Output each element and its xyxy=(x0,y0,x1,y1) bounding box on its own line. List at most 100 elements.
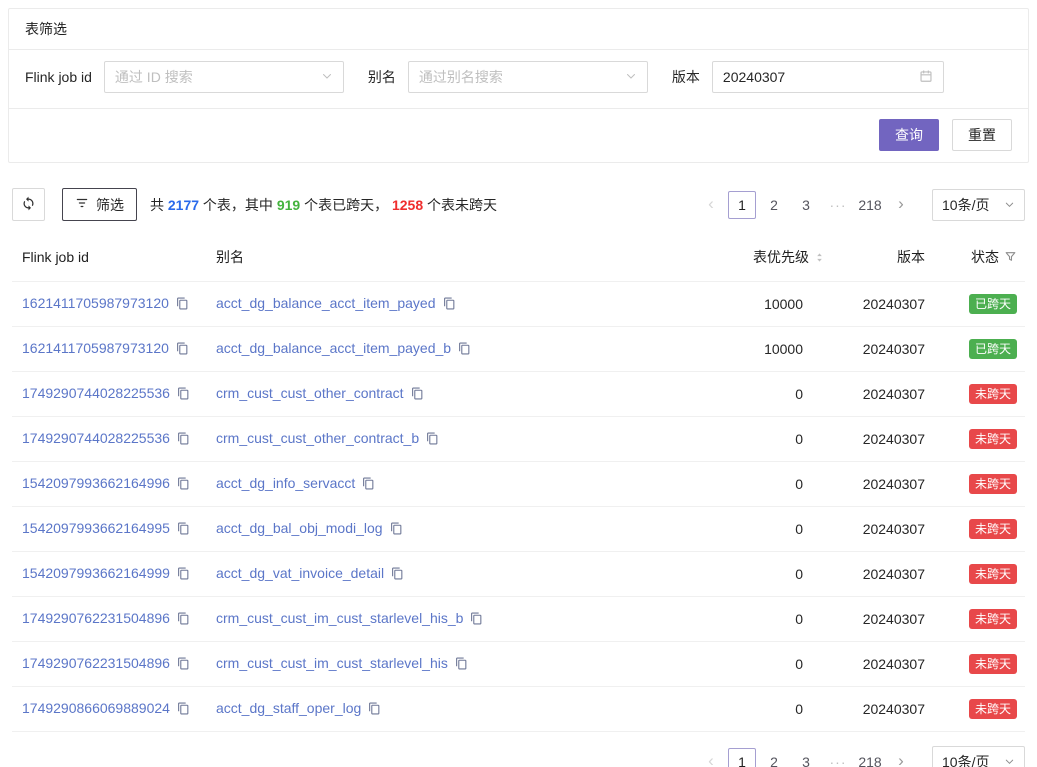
page-button-2[interactable]: 2 xyxy=(760,748,788,767)
summary-crossed-count: 919 xyxy=(277,197,300,213)
sort-icon[interactable] xyxy=(814,250,825,266)
status-badge: 未跨天 xyxy=(969,519,1017,539)
page-button-3[interactable]: 3 xyxy=(792,191,820,219)
alias-placeholder: 通过别名搜索 xyxy=(419,67,503,87)
alias-select[interactable]: 通过别名搜索 xyxy=(408,61,648,93)
page-size-value: 10条/页 xyxy=(942,195,989,215)
flink-job-id-link[interactable]: 1749290762231504896 xyxy=(22,655,170,671)
page-button-218[interactable]: 218 xyxy=(856,748,884,767)
table-row: 1621411705987973120 acct_dg_balance_acct_… xyxy=(12,327,1025,372)
copy-icon[interactable] xyxy=(390,522,403,538)
page-button-218[interactable]: 218 xyxy=(856,191,884,219)
status-badge: 未跨天 xyxy=(969,384,1017,404)
priority-cell: 0 xyxy=(713,372,833,417)
status-badge: 已跨天 xyxy=(969,339,1017,359)
alias-link[interactable]: crm_cust_cust_other_contract xyxy=(216,385,404,401)
version-cell: 20240307 xyxy=(833,597,933,642)
flink-job-id-link[interactable]: 1749290762231504896 xyxy=(22,610,170,626)
status-badge: 未跨天 xyxy=(969,564,1017,584)
priority-cell: 0 xyxy=(713,552,833,597)
table-toolbar: 筛选 共 2177 个表，其中 919 个表已跨天， 1258 个表未跨天 ‹1… xyxy=(12,188,1025,221)
table-header-row: Flink job id 别名 表优先级 版本 状态 xyxy=(12,239,1025,282)
flink-job-id-link[interactable]: 1542097993662164996 xyxy=(22,475,170,491)
filter-card: 表筛选 Flink job id 通过 ID 搜索 别名 通过别名搜索 版本 xyxy=(8,8,1029,163)
copy-icon[interactable] xyxy=(176,297,189,313)
col-priority: 表优先级 xyxy=(713,239,833,282)
page-button-2[interactable]: 2 xyxy=(760,191,788,219)
priority-cell: 0 xyxy=(713,597,833,642)
refresh-icon xyxy=(21,196,36,214)
alias-link[interactable]: acct_dg_bal_obj_modi_log xyxy=(216,520,383,536)
table-row: 1621411705987973120 acct_dg_balance_acct_… xyxy=(12,282,1025,327)
copy-icon[interactable] xyxy=(368,702,381,718)
version-cell: 20240307 xyxy=(833,462,933,507)
reset-button[interactable]: 重置 xyxy=(952,119,1012,151)
copy-icon[interactable] xyxy=(176,342,189,358)
version-cell: 20240307 xyxy=(833,327,933,372)
copy-icon[interactable] xyxy=(362,477,375,493)
flink-job-id-placeholder: 通过 ID 搜索 xyxy=(115,67,193,87)
version-cell: 20240307 xyxy=(833,372,933,417)
query-button[interactable]: 查询 xyxy=(879,119,939,151)
alias-link[interactable]: acct_dg_staff_oper_log xyxy=(216,700,361,716)
page-button-1[interactable]: 1 xyxy=(728,191,756,219)
alias-link[interactable]: acct_dg_vat_invoice_detail xyxy=(216,565,384,581)
alias-link[interactable]: crm_cust_cust_im_cust_starlevel_his_b xyxy=(216,610,463,626)
copy-icon[interactable] xyxy=(443,297,456,313)
copy-icon[interactable] xyxy=(458,342,471,358)
filter-toggle-button[interactable]: 筛选 xyxy=(62,188,137,221)
alias-link[interactable]: acct_dg_info_servacct xyxy=(216,475,355,491)
copy-icon[interactable] xyxy=(411,387,424,403)
col-status: 状态 xyxy=(933,239,1025,282)
copy-icon[interactable] xyxy=(391,567,404,583)
version-cell: 20240307 xyxy=(833,417,933,462)
flink-job-id-link[interactable]: 1749290744028225536 xyxy=(22,385,170,401)
column-filter-funnel-icon[interactable] xyxy=(1004,250,1017,266)
flink-job-id-link[interactable]: 1542097993662164995 xyxy=(22,520,170,536)
col-status-label: 状态 xyxy=(971,249,999,265)
summary-part: 个表未跨天 xyxy=(423,197,497,213)
version-date-input[interactable]: 20240307 xyxy=(712,61,944,93)
version-cell: 20240307 xyxy=(833,282,933,327)
copy-icon[interactable] xyxy=(455,657,468,673)
copy-icon[interactable] xyxy=(177,567,190,583)
page-button-1[interactable]: 1 xyxy=(728,748,756,767)
copy-icon[interactable] xyxy=(426,432,439,448)
next-page-button[interactable]: › xyxy=(888,191,914,219)
priority-cell: 0 xyxy=(713,507,833,552)
priority-cell: 10000 xyxy=(713,282,833,327)
copy-icon[interactable] xyxy=(177,702,190,718)
refresh-button[interactable] xyxy=(12,188,45,221)
alias-link[interactable]: crm_cust_cust_im_cust_starlevel_his xyxy=(216,655,448,671)
alias-link[interactable]: acct_dg_balance_acct_item_payed xyxy=(216,295,436,311)
copy-icon[interactable] xyxy=(177,387,190,403)
alias-link[interactable]: crm_cust_cust_other_contract_b xyxy=(216,430,419,446)
copy-icon[interactable] xyxy=(177,477,190,493)
prev-page-button[interactable]: ‹ xyxy=(698,191,724,219)
flink-job-id-link[interactable]: 1621411705987973120 xyxy=(22,295,169,311)
table-row: 1749290762231504896 crm_cust_cust_im_cust… xyxy=(12,642,1025,687)
page-size-select[interactable]: 10条/页 xyxy=(932,189,1025,221)
filter-card-title: 表筛选 xyxy=(25,21,67,37)
copy-icon[interactable] xyxy=(177,657,190,673)
summary-uncrossed-count: 1258 xyxy=(392,197,423,213)
prev-page-button[interactable]: ‹ xyxy=(698,748,724,767)
flink-job-id-link[interactable]: 1749290866069889024 xyxy=(22,700,170,716)
copy-icon[interactable] xyxy=(177,522,190,538)
flink-job-id-link[interactable]: 1542097993662164999 xyxy=(22,565,170,581)
copy-icon[interactable] xyxy=(470,612,483,628)
page-ellipsis: ··· xyxy=(824,197,852,213)
status-badge: 未跨天 xyxy=(969,609,1017,629)
col-flink-job-id: Flink job id xyxy=(12,239,208,282)
flink-job-id-link[interactable]: 1749290744028225536 xyxy=(22,430,170,446)
page-button-3[interactable]: 3 xyxy=(792,748,820,767)
flink-job-id-link[interactable]: 1621411705987973120 xyxy=(22,340,169,356)
copy-icon[interactable] xyxy=(177,432,190,448)
flink-job-id-select[interactable]: 通过 ID 搜索 xyxy=(104,61,344,93)
copy-icon[interactable] xyxy=(177,612,190,628)
alias-link[interactable]: acct_dg_balance_acct_item_payed_b xyxy=(216,340,451,356)
page-size-select-bottom[interactable]: 10条/页 xyxy=(932,746,1025,767)
next-page-button[interactable]: › xyxy=(888,748,914,767)
priority-cell: 0 xyxy=(713,417,833,462)
filter-actions-row: 查询 重置 xyxy=(9,108,1028,162)
